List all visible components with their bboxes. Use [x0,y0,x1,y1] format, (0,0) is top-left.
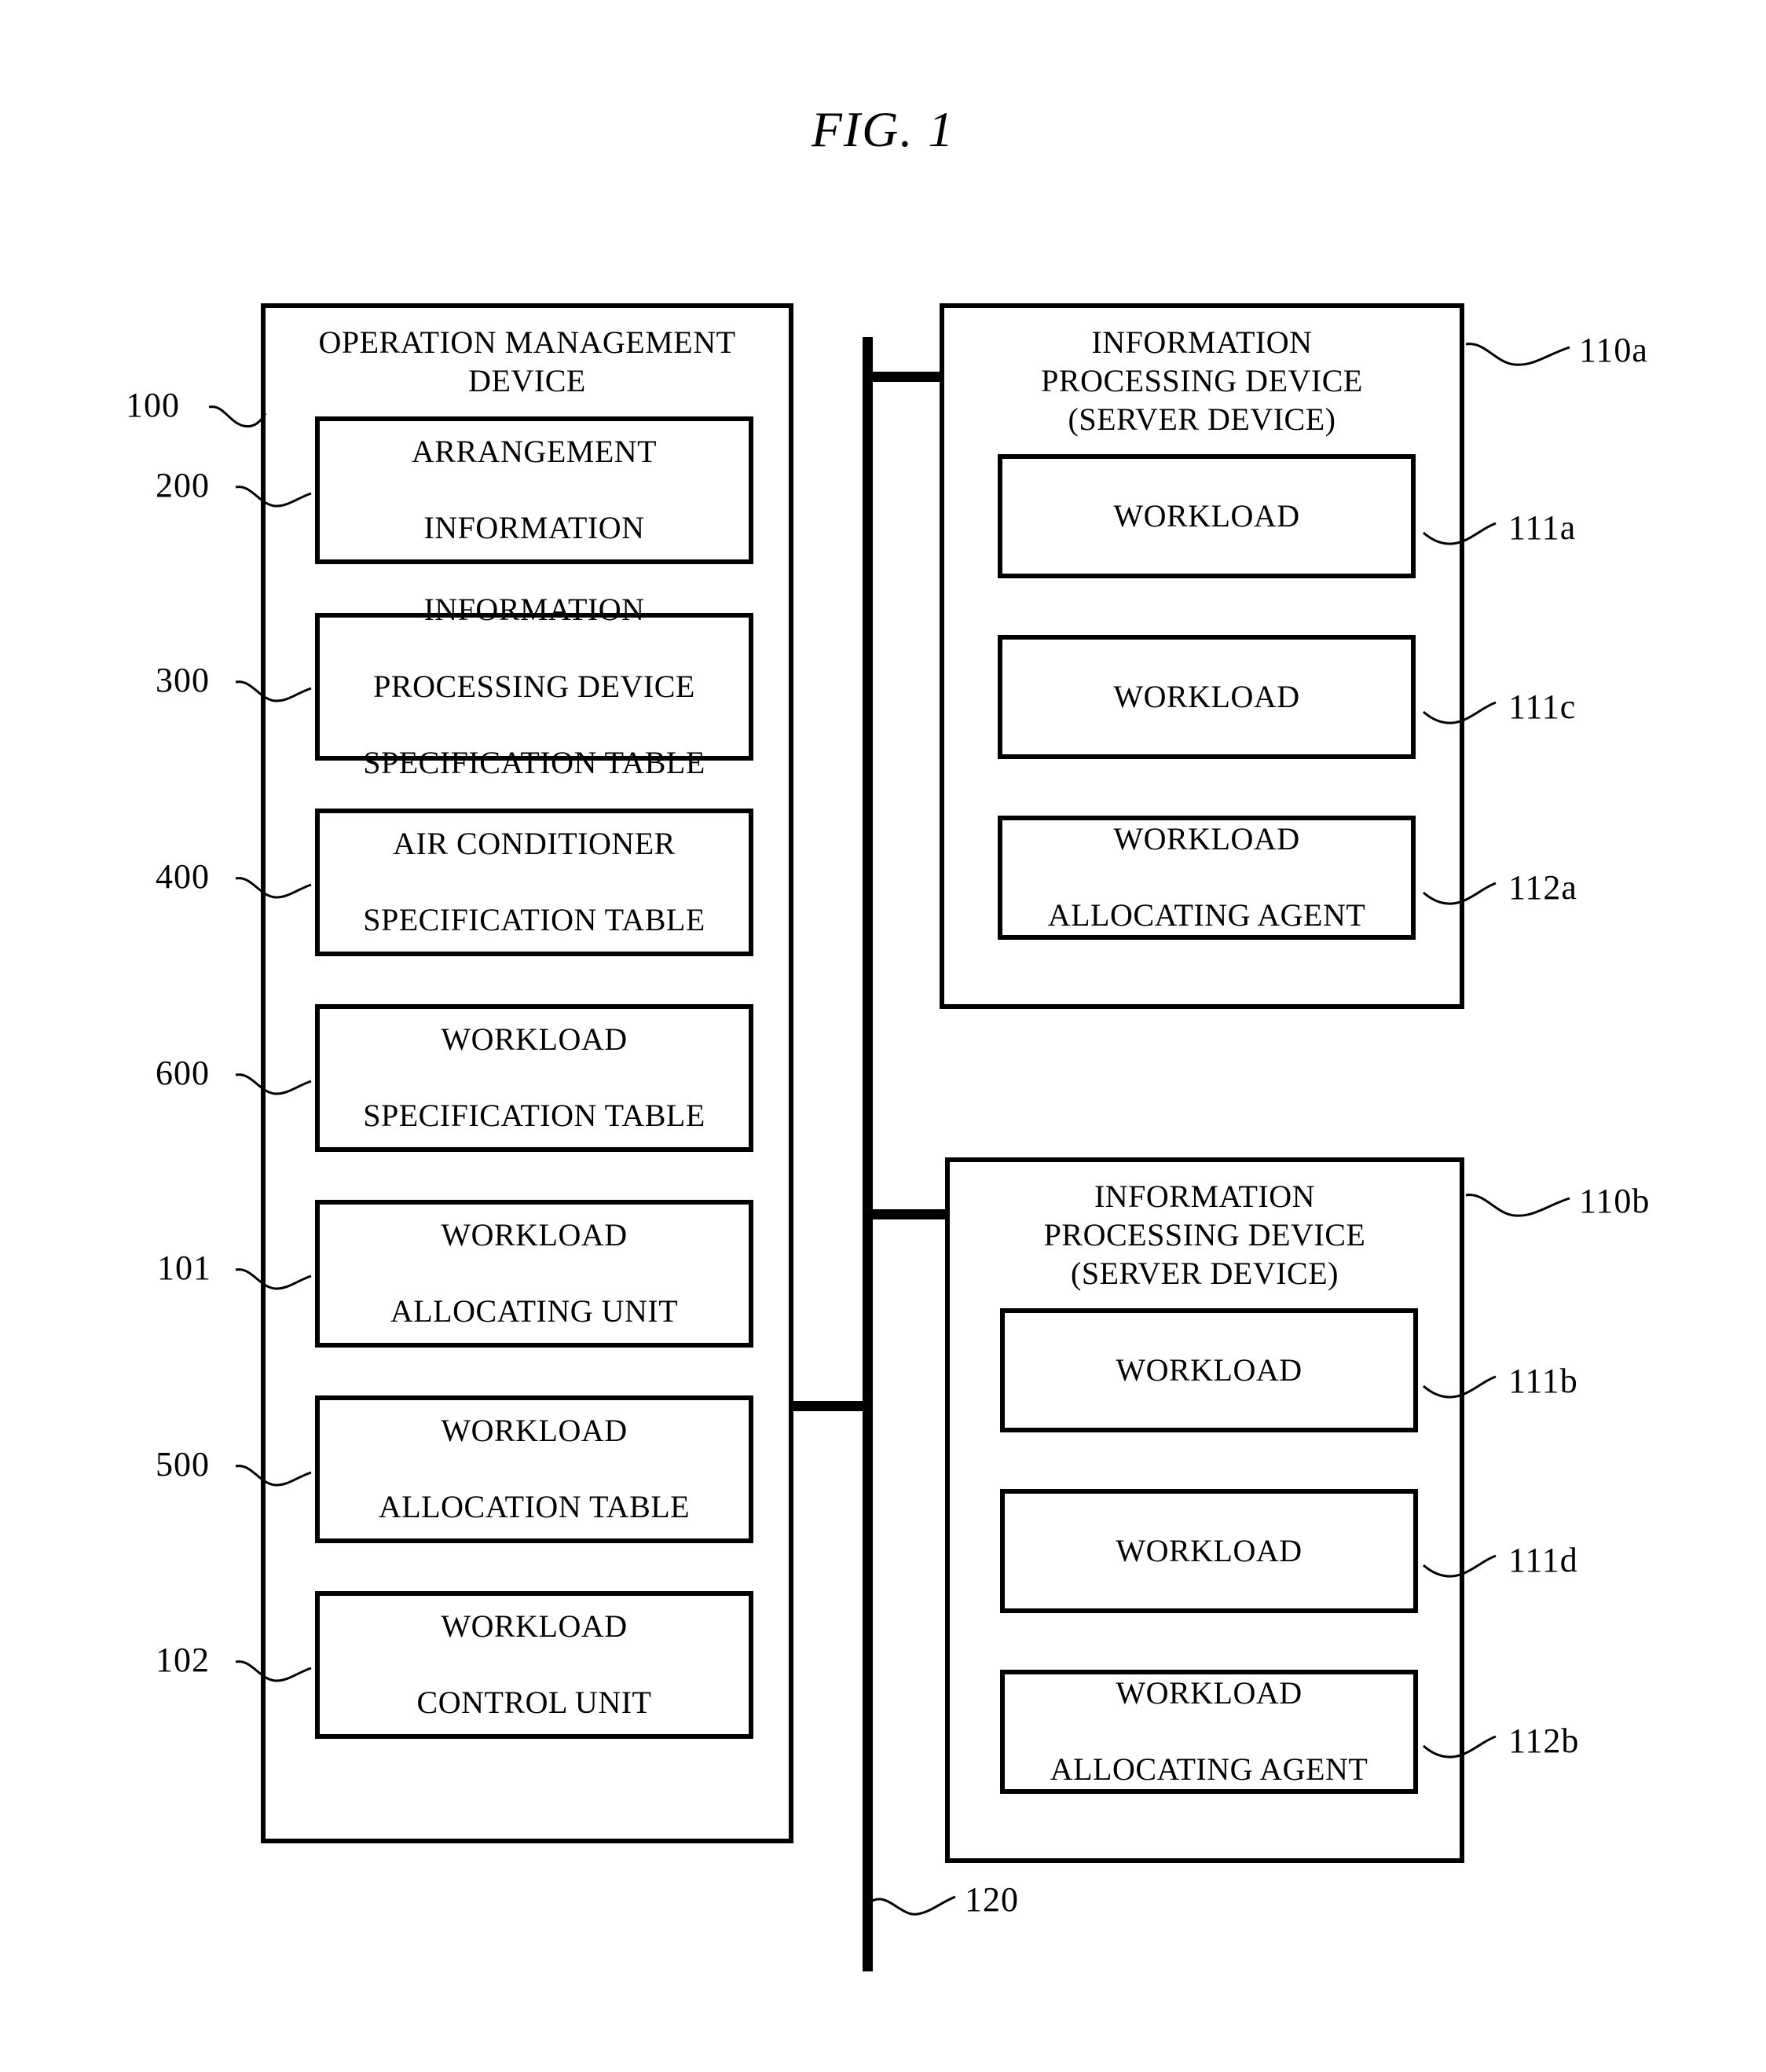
ipd-b-title-line-1: INFORMATION [1094,1179,1316,1214]
ref-number-600: 600 [156,1054,210,1092]
workload-111b-box: WORKLOAD [1000,1308,1418,1432]
ref-number-200: 200 [156,466,210,504]
omd-title-line-1: OPERATION MANAGEMENT [318,325,736,360]
ref-number-500: 500 [156,1445,210,1483]
ref-number-111b: 111b [1508,1362,1578,1400]
workload-spec-table-label: WORKLOAD SPECIFICATION TABLE [363,1021,705,1134]
network-branch-top [863,372,945,382]
workload-allocating-unit-label: WORKLOAD ALLOCATING UNIT [390,1216,679,1329]
arrangement-information-label: ARRANGEMENT INFORMATION [411,433,658,546]
ipd-a-title-line-3: (SERVER DEVICE) [1068,401,1336,437]
workload-allocating-agent-112b-label: WORKLOAD ALLOCATING AGENT [1050,1674,1368,1788]
ref-number-102: 102 [156,1641,210,1679]
ref-number-111c: 111c [1508,688,1577,726]
figure-title: FIG. 1 [811,101,955,157]
ref-number-110b: 110b [1579,1182,1651,1220]
workload-111b-label: WORKLOAD [1116,1351,1303,1388]
workload-allocation-table-label: WORKLOAD ALLOCATION TABLE [378,1412,691,1525]
figure-page: FIG. 1 120 OPERATION MANAGEMENT DEVICE A… [0,0,1766,2072]
air-conditioner-spec-table-label: AIR CONDITIONER SPECIFICATION TABLE [363,825,705,938]
workload-allocating-unit-box: WORKLOAD ALLOCATING UNIT [315,1200,753,1348]
workload-allocation-table-box: WORKLOAD ALLOCATION TABLE [315,1395,753,1543]
leader-line-110b [1465,1190,1585,1222]
workload-111d-label: WORKLOAD [1116,1532,1303,1568]
ipd-b-title-line-3: (SERVER DEVICE) [1071,1255,1339,1291]
workload-111a-label: WORKLOAD [1113,497,1300,534]
ref-number-101: 101 [157,1249,211,1287]
ref-number-300: 300 [156,661,210,699]
workload-control-unit-box: WORKLOAD CONTROL UNIT [315,1591,753,1739]
leader-line-120 [868,1886,979,1917]
arrangement-information-box: ARRANGEMENT INFORMATION [315,416,753,564]
workload-111c-box: WORKLOAD [998,635,1416,759]
workload-allocating-agent-112a-box: WORKLOAD ALLOCATING AGENT [998,816,1416,940]
leader-line-110a [1465,339,1585,371]
workload-control-unit-label: WORKLOAD CONTROL UNIT [416,1608,652,1721]
omd-title-line-2: DEVICE [468,362,586,398]
ref-number-112a: 112a [1508,868,1577,907]
network-branch-bottom [863,1209,953,1219]
ref-number-120: 120 [965,1880,1019,1919]
workload-allocating-agent-112b-box: WORKLOAD ALLOCATING AGENT [1000,1670,1418,1794]
ref-number-112b: 112b [1508,1722,1580,1760]
information-processing-device-a-panel: INFORMATION PROCESSING DEVICE (SERVER DE… [940,303,1464,1009]
workload-111a-box: WORKLOAD [998,454,1416,578]
ipd-a-title-line-2: PROCESSING DEVICE [1041,362,1363,398]
ipd-b-title-line-2: PROCESSING DEVICE [1043,1216,1366,1252]
info-processing-device-spec-table-label: INFORMATION PROCESSING DEVICE SPECIFICAT… [363,592,705,781]
workload-111d-box: WORKLOAD [1000,1489,1418,1613]
ref-number-111d: 111d [1508,1541,1578,1579]
ipd-a-title-line-1: INFORMATION [1091,325,1313,360]
ipd-b-title: INFORMATION PROCESSING DEVICE (SERVER DE… [950,1178,1460,1293]
ipd-a-title: INFORMATION PROCESSING DEVICE (SERVER DE… [944,324,1460,438]
operation-management-device-title: OPERATION MANAGEMENT DEVICE [266,324,789,401]
operation-management-device-panel: OPERATION MANAGEMENT DEVICE ARRANGEMENT … [261,303,793,1843]
ref-number-100: 100 [126,386,180,424]
workload-allocating-agent-112a-label: WORKLOAD ALLOCATING AGENT [1047,820,1366,933]
workload-spec-table-box: WORKLOAD SPECIFICATION TABLE [315,1004,753,1152]
ref-number-110a: 110a [1579,331,1648,369]
information-processing-device-b-panel: INFORMATION PROCESSING DEVICE (SERVER DE… [945,1157,1464,1863]
info-processing-device-spec-table-box: INFORMATION PROCESSING DEVICE SPECIFICAT… [315,592,753,780]
air-conditioner-spec-table-box: AIR CONDITIONER SPECIFICATION TABLE [315,809,753,956]
ref-number-111a: 111a [1508,508,1577,547]
network-bus-line [863,337,873,1971]
ref-number-400: 400 [156,857,210,896]
workload-111c-label: WORKLOAD [1113,678,1300,714]
